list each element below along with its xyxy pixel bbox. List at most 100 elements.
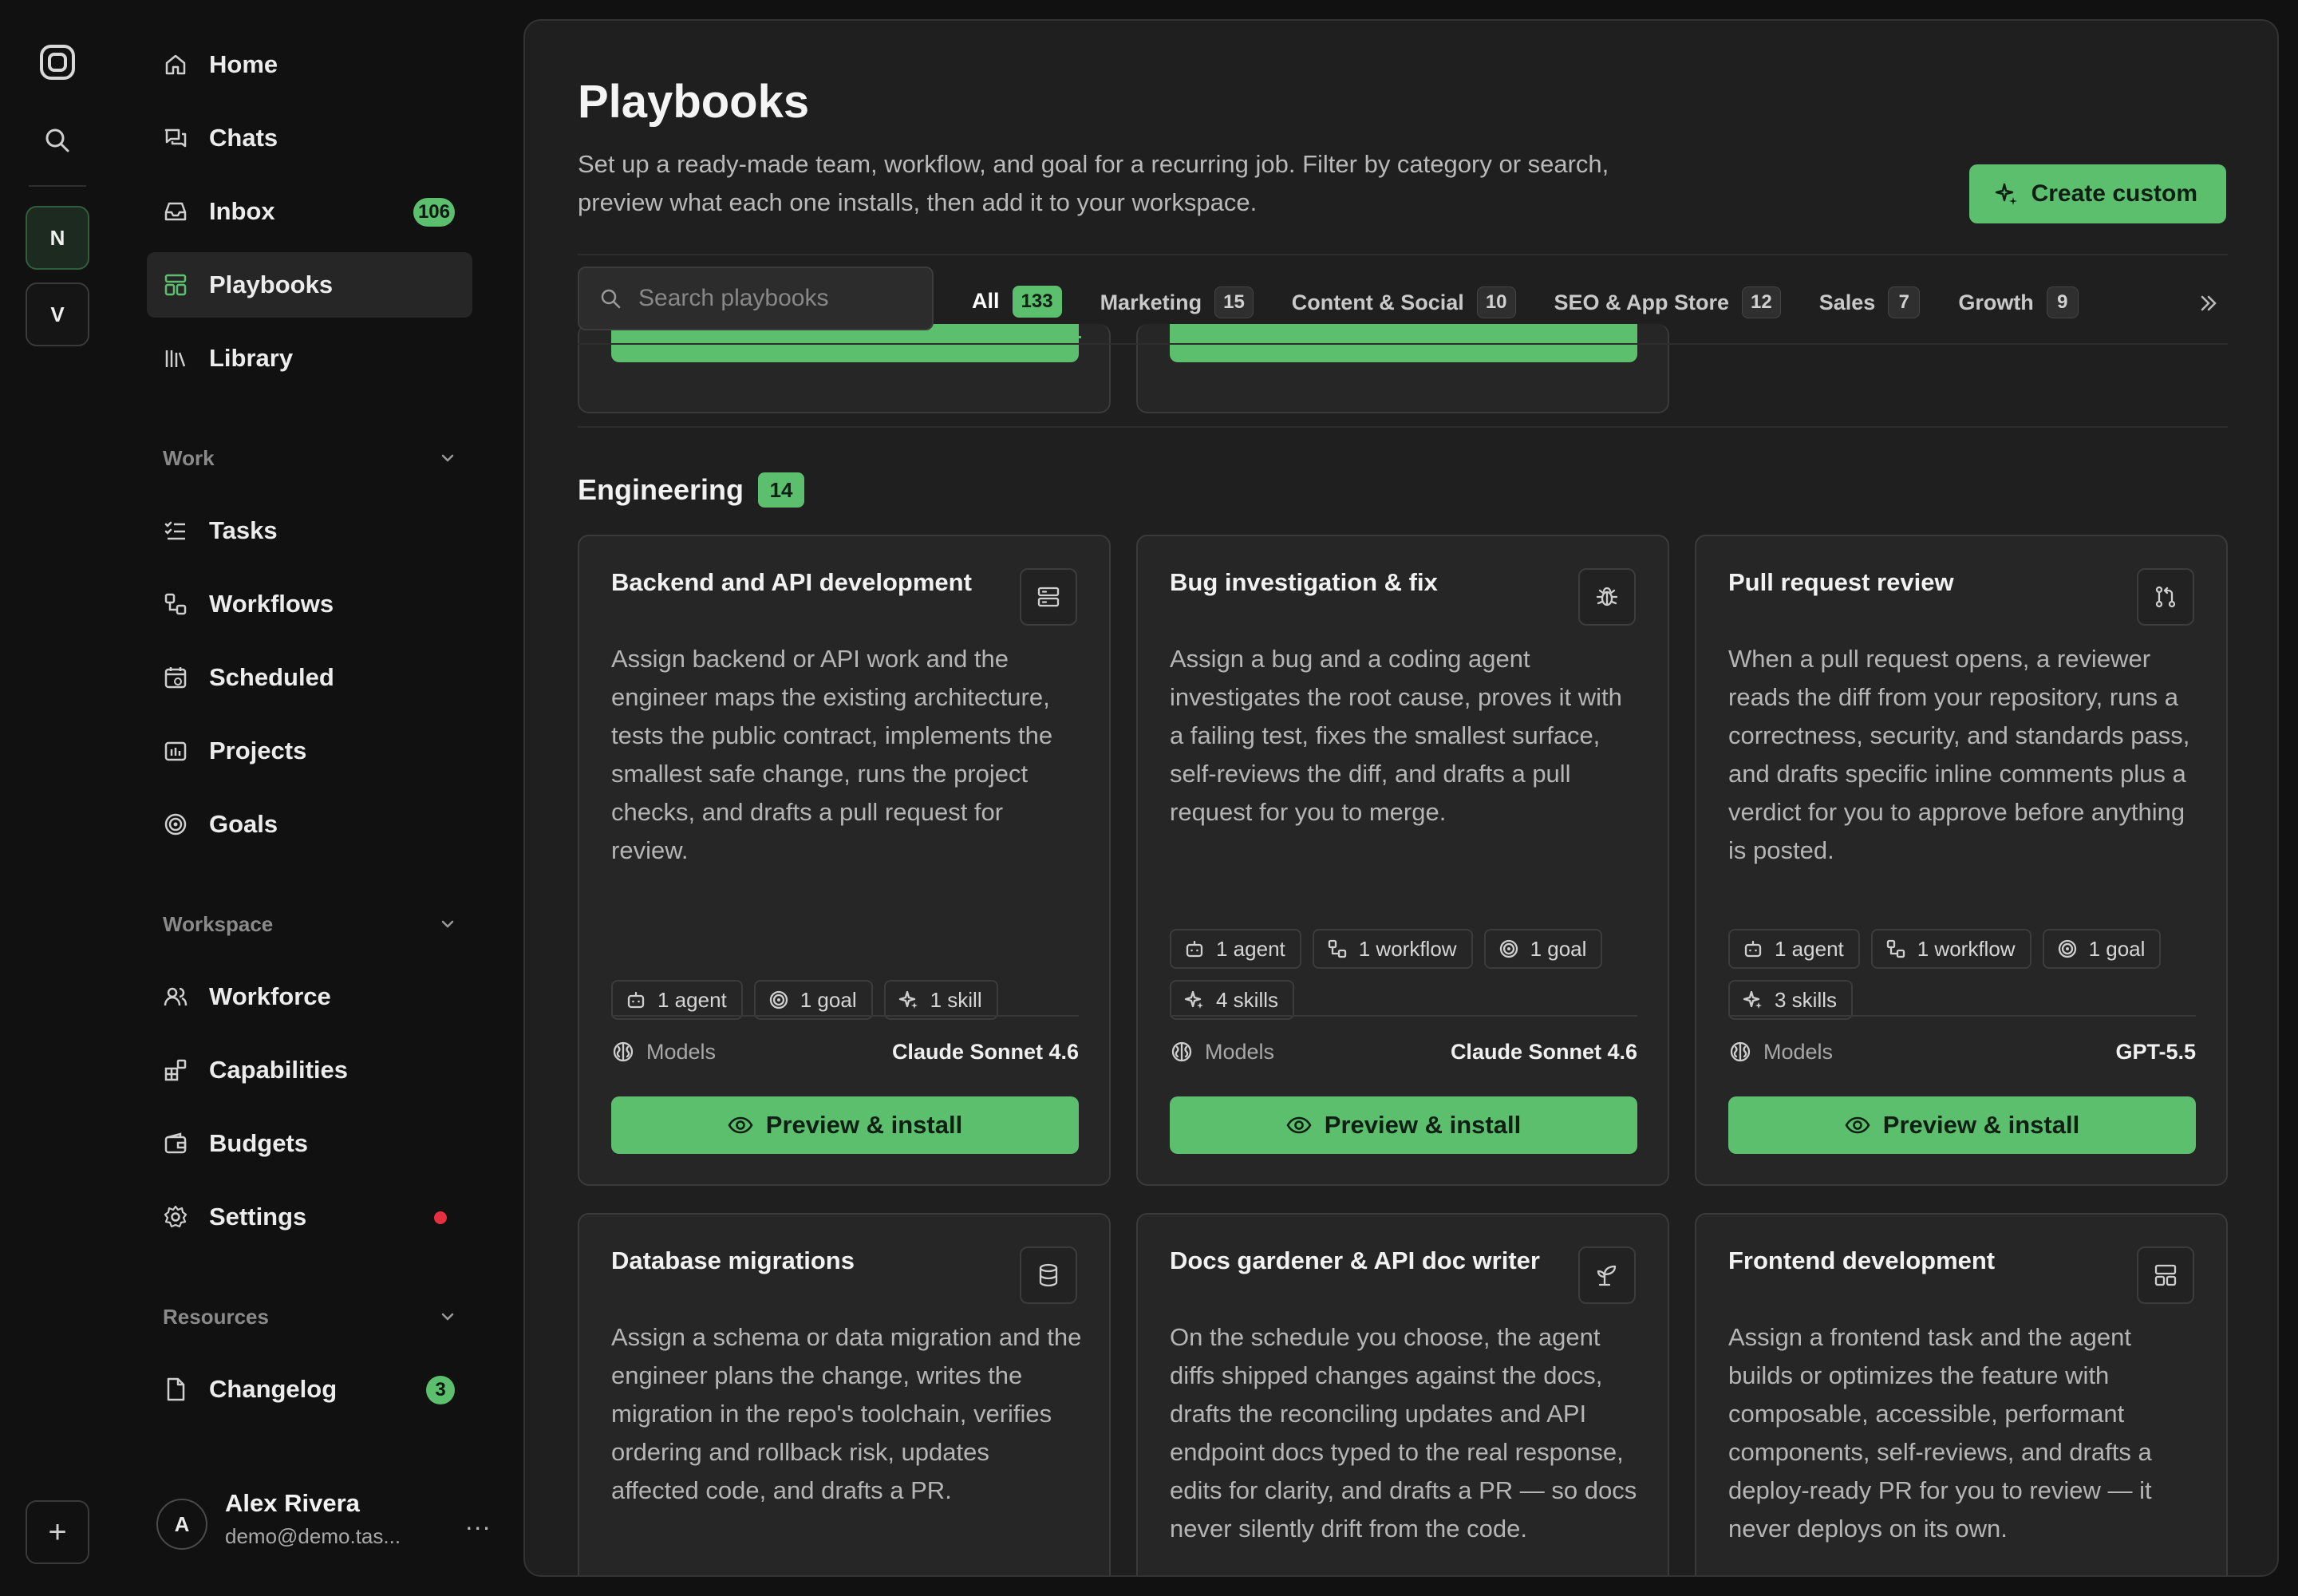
card-title: Docs gardener & API doc writer [1170,1246,1540,1274]
sidebar-item-workflows[interactable]: Workflows [147,571,472,637]
chip-label: 1 agent [657,987,727,1012]
playbooks-panel: Playbooks Set up a ready-made team, work… [523,19,2279,1577]
chip-label: 1 agent [1216,936,1285,961]
tab-seo-app-store[interactable]: SEO & App Store 12 [1535,267,1800,338]
workspace-rail: N V + [0,0,115,1596]
eye-icon [1845,1116,1870,1134]
sidebar-item-scheduled[interactable]: Scheduled [147,645,472,710]
model-name: Claude Sonnet 4.6 [891,1039,1079,1064]
agent-icon [1744,940,1762,958]
workflow-icon [1328,939,1346,958]
sidebar-item-label: Goals [209,810,278,838]
more-options-button[interactable]: ... [465,1507,492,1536]
tab-count: 10 [1476,286,1516,318]
agent-icon [627,991,645,1009]
playbook-card[interactable]: Docs gardener & API doc writer On the sc… [1136,1213,1669,1575]
gear-icon [164,1205,188,1228]
section-toggle-work[interactable]: Work [163,442,458,474]
section-toggle-workspace[interactable]: Workspace [163,908,458,940]
sidebar-item-changelog[interactable]: Changelog 3 [147,1357,472,1422]
card-description: Assign backend or API work and the engin… [611,645,1053,864]
card-description: Assign a schema or data migration and th… [611,1323,1082,1504]
workflows-icon [164,593,187,615]
sparkles-icon [1995,183,2017,205]
inbox-count-badge: 106 [413,198,455,227]
brain-icon [613,1041,634,1062]
search-input[interactable] [638,285,910,312]
section-heading-engineering: Engineering 14 [578,472,805,508]
playbook-card[interactable]: Bug investigation & fix Assign a bug and… [1136,535,1669,1186]
sidebar-item-workforce[interactable]: Workforce [147,964,472,1029]
search-icon[interactable] [41,124,73,156]
add-workspace-button[interactable]: + [26,1500,89,1564]
component-chip: 1 skill [883,980,998,1020]
tab-all[interactable]: All 133 [953,267,1081,338]
preview-install-button[interactable]: Preview & install [1170,1096,1637,1154]
sidebar-item-label: Settings [209,1203,307,1231]
app-logo-icon[interactable] [38,43,77,81]
sidebar-item-playbooks[interactable]: Playbooks [147,252,472,318]
card-title: Pull request review [1728,568,1954,596]
sidebar-item-label: Workflows [209,590,334,618]
playbook-card[interactable]: Backend and API development Assign backe… [578,535,1111,1186]
sidebar-item-capabilities[interactable]: Capabilities [147,1037,472,1103]
tab-count: 133 [1012,285,1062,318]
pull-request-icon [2155,586,2176,608]
models-label: Models [1763,1039,1834,1064]
component-chip: 3 skills [1728,980,1854,1020]
sidebar-item-inbox[interactable]: Inbox 106 [147,179,472,244]
sidebar-item-home[interactable]: Home [147,32,472,97]
calendar-icon [164,667,187,689]
sidebar-item-label: Budgets [209,1129,308,1157]
scroll-tabs-right-icon[interactable] [2193,287,2225,319]
card-divider [1728,1015,2196,1017]
playbook-card[interactable]: Pull request review When a pull request … [1695,535,2228,1186]
chats-icon [164,128,187,148]
users-icon [164,987,188,1006]
component-chip: 1 agent [1170,929,1301,969]
tab-sales[interactable]: Sales 7 [1800,267,1940,338]
section-toggle-resources[interactable]: Resources [163,1301,458,1333]
tab-label: SEO & App Store [1554,290,1730,314]
tab-label: All [972,289,1000,313]
models-label: Models [1205,1039,1275,1064]
wallet-icon [164,1132,187,1154]
user-name: Alex Rivera [225,1489,360,1517]
card-components: 1 agent 1 workflow 1 goal 4 skills [1170,929,1648,1020]
sidebar-item-label: Scheduled [209,663,334,691]
section-title: Workspace [163,911,274,936]
card-description: Assign a frontend task and the agent bui… [1728,1323,2152,1543]
playbook-card[interactable]: Database migrations Assign a schema or d… [578,1213,1111,1575]
preview-install-button[interactable]: Preview & install [1728,1096,2196,1154]
workflow-icon [1886,939,1905,958]
sidebar-item-budgets[interactable]: Budgets [147,1111,472,1176]
workspace-button-n[interactable]: N [26,206,89,270]
workspace-button-v[interactable]: V [26,282,89,346]
create-custom-button[interactable]: Create custom [1968,164,2226,223]
user-profile[interactable]: A Alex Rivera demo@demo.tas... ... [156,1484,492,1564]
sidebar-item-settings[interactable]: Settings [147,1184,472,1250]
sidebar-item-goals[interactable]: Goals [147,792,472,857]
tab-marketing[interactable]: Marketing 15 [1081,267,1273,338]
sidebar-item-projects[interactable]: Projects [147,718,472,784]
tab-content-social[interactable]: Content & Social 10 [1273,267,1535,338]
playbook-card[interactable]: Frontend development Assign a frontend t… [1695,1213,2228,1575]
preview-install-button[interactable]: Preview & install [611,1096,1079,1154]
tasks-icon [164,521,185,540]
sidebar-item-library[interactable]: Library [147,326,472,391]
avatar: A [156,1499,207,1550]
brain-icon [1171,1041,1192,1062]
tab-growth[interactable]: Growth 9 [1939,267,2098,338]
card-icon-button [1020,568,1077,626]
goal-icon [1499,939,1518,958]
card-components: 1 agent 1 goal 1 skill [611,980,1090,1020]
sprout-icon [1597,1265,1617,1286]
tab-label: Growth [1958,290,2034,314]
chip-label: 4 skills [1216,987,1279,1012]
search-box[interactable] [578,267,934,330]
sidebar-item-tasks[interactable]: Tasks [147,498,472,563]
category-tabs: All 133 Marketing 15 Content & Social 10 SE… [953,267,2098,338]
sidebar-item-chats[interactable]: Chats [147,105,472,171]
component-chip: 4 skills [1170,980,1295,1020]
page-description: Set up a ready-made team, workflow, and … [578,150,1609,216]
